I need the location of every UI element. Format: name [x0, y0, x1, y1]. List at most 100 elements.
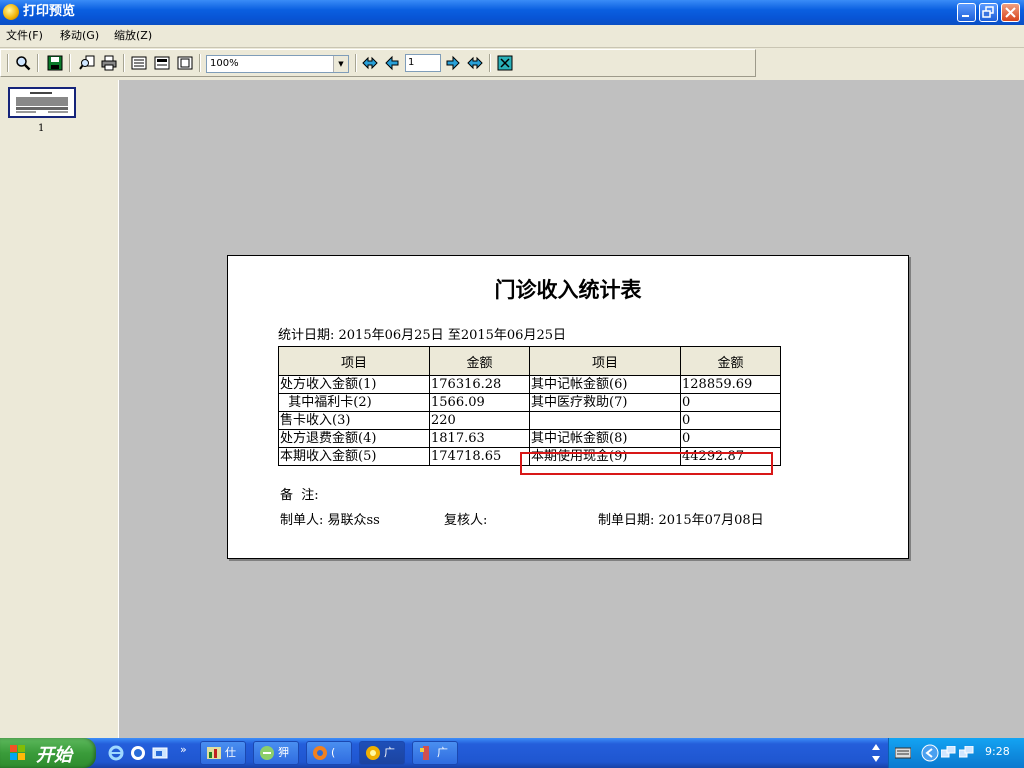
restore-button[interactable] — [979, 3, 998, 22]
system-tray: 9:28 — [888, 738, 1024, 768]
table-row: 其中福利卡(2) 1566.09 其中医疗救助(7) 0 — [278, 393, 781, 412]
report-checker: 复核人: — [444, 513, 488, 528]
table-cell: 0 — [680, 429, 781, 448]
page-number-input[interactable]: 1 — [405, 54, 441, 72]
app-ball-icon — [313, 746, 327, 760]
report-title: 门诊收入统计表 — [494, 277, 642, 302]
menu-file[interactable]: 文件(F) — [6, 28, 43, 44]
close-button[interactable] — [1001, 3, 1020, 22]
last-page-button[interactable] — [465, 53, 485, 73]
whole-page-button[interactable] — [175, 53, 195, 73]
chevron-down-icon[interactable]: ▼ — [333, 56, 348, 72]
table-cell: 220 — [429, 411, 530, 430]
page-thumbnail[interactable] — [8, 87, 76, 118]
thumbnail-pane: 1 — [0, 80, 114, 738]
first-page-button[interactable] — [360, 53, 380, 73]
internet-explorer-icon[interactable] — [108, 745, 124, 761]
report-note-label: 备 注: — [280, 488, 319, 503]
page-width-icon — [154, 56, 170, 70]
toolbar: 100% ▼ 1 — [0, 49, 756, 77]
floppy-disk-icon — [47, 55, 63, 71]
pane-splitter[interactable] — [112, 80, 119, 738]
network-icon-2[interactable] — [959, 746, 975, 760]
chevron-right-icon[interactable]: » — [180, 743, 187, 756]
print-button[interactable] — [99, 53, 119, 73]
tray-expand-icon[interactable] — [921, 744, 939, 762]
exit-icon — [497, 55, 513, 71]
double-left-arrow-icon — [362, 56, 378, 70]
app-preview-icon — [366, 746, 380, 760]
left-arrow-icon — [385, 55, 399, 71]
header-item: 项目 — [529, 346, 681, 376]
table-cell: 0 — [680, 411, 781, 430]
clock[interactable]: 9:28 — [985, 745, 1010, 758]
start-button[interactable]: 开始 — [0, 738, 96, 768]
table-row: 售卡收入(3) 220 0 — [278, 411, 781, 430]
close-icon — [1005, 7, 1016, 18]
keyboard-icon[interactable] — [895, 747, 911, 759]
table-cell: 其中记帐金额(8) — [529, 429, 681, 448]
toolbar-separator — [7, 54, 9, 72]
window-title: 打印预览 — [23, 4, 76, 19]
table-cell: 本期收入金额(5) — [278, 447, 430, 466]
app-tool-icon — [420, 746, 429, 760]
income-table: 项目 金额 项目 金额 处方收入金额(1) 176316.28 其中记帐金额(6… — [278, 346, 781, 466]
right-arrow-icon — [446, 55, 460, 71]
header-amount: 金额 — [429, 346, 530, 376]
preview-area: 门诊收入统计表 统计日期: 2015年06月25日 至2015年06月25日 项… — [119, 80, 1024, 738]
table-row: 处方退费金额(4) 1817.63 其中记帐金额(8) 0 — [278, 429, 781, 448]
taskbar-item-label: 狎 — [278, 746, 289, 759]
taskbar-item[interactable]: ( — [306, 741, 352, 765]
taskbar-item-label: 广 — [384, 746, 395, 759]
menu-move[interactable]: 移动(G) — [60, 28, 99, 44]
minimize-button[interactable] — [957, 3, 976, 22]
table-row: 处方收入金额(1) 176316.28 其中记帐金额(6) 128859.69 — [278, 375, 781, 394]
app-icon — [3, 4, 19, 20]
taskbar-item-label: 仕 — [225, 746, 236, 759]
toolbar-separator — [199, 54, 201, 72]
magnifier-icon — [16, 56, 31, 71]
thumbnail-preview-icon — [16, 92, 68, 113]
toolbar-separator — [489, 54, 491, 72]
table-cell: 其中福利卡(2) — [278, 393, 430, 412]
highlight-box — [520, 452, 773, 475]
table-cell: 1817.63 — [429, 429, 530, 448]
page-lines-icon — [131, 56, 147, 70]
windows-logo-icon — [10, 745, 25, 760]
browser-icon[interactable] — [130, 745, 146, 761]
taskbar-item[interactable]: 仕 — [200, 741, 246, 765]
report-page: 门诊收入统计表 统计日期: 2015年06月25日 至2015年06月25日 项… — [227, 255, 909, 559]
menu-zoom[interactable]: 缩放(Z) — [114, 28, 152, 44]
table-cell: 处方收入金额(1) — [278, 375, 430, 394]
table-cell — [529, 411, 681, 430]
taskbar-scroll-icon[interactable] — [870, 740, 882, 766]
taskbar-item-label: 广 — [437, 746, 448, 759]
header-item: 项目 — [278, 346, 430, 376]
page-width-button[interactable] — [152, 53, 172, 73]
show-desktop-icon[interactable] — [152, 745, 168, 761]
table-cell: 128859.69 — [680, 375, 781, 394]
taskbar-item-label: ( — [331, 746, 336, 759]
next-page-button[interactable] — [443, 53, 463, 73]
save-button[interactable] — [45, 53, 65, 73]
previous-page-button[interactable] — [382, 53, 402, 73]
taskbar-item-active[interactable]: 广 — [359, 741, 405, 765]
search-button[interactable] — [13, 53, 33, 73]
thumbnail-page-number: 1 — [38, 123, 45, 134]
zoom-select[interactable]: 100% ▼ — [206, 55, 349, 73]
toolbar-separator — [355, 54, 357, 72]
table-cell: 176316.28 — [429, 375, 530, 394]
taskbar-item[interactable]: 狎 — [253, 741, 299, 765]
table-header-row: 项目 金额 项目 金额 — [278, 346, 781, 376]
find-button[interactable] — [77, 53, 97, 73]
single-page-button[interactable] — [129, 53, 149, 73]
table-cell: 其中记帐金额(6) — [529, 375, 681, 394]
taskbar-item[interactable]: 广 — [412, 741, 458, 765]
table-cell: 售卡收入(3) — [278, 411, 430, 430]
table-cell: 处方退费金额(4) — [278, 429, 430, 448]
report-maker: 制单人: 易联众ss — [280, 513, 380, 528]
network-icon[interactable] — [941, 746, 957, 760]
report-made-date: 制单日期: 2015年07月08日 — [598, 513, 764, 528]
close-preview-button[interactable] — [495, 53, 515, 73]
table-cell: 其中医疗救助(7) — [529, 393, 681, 412]
